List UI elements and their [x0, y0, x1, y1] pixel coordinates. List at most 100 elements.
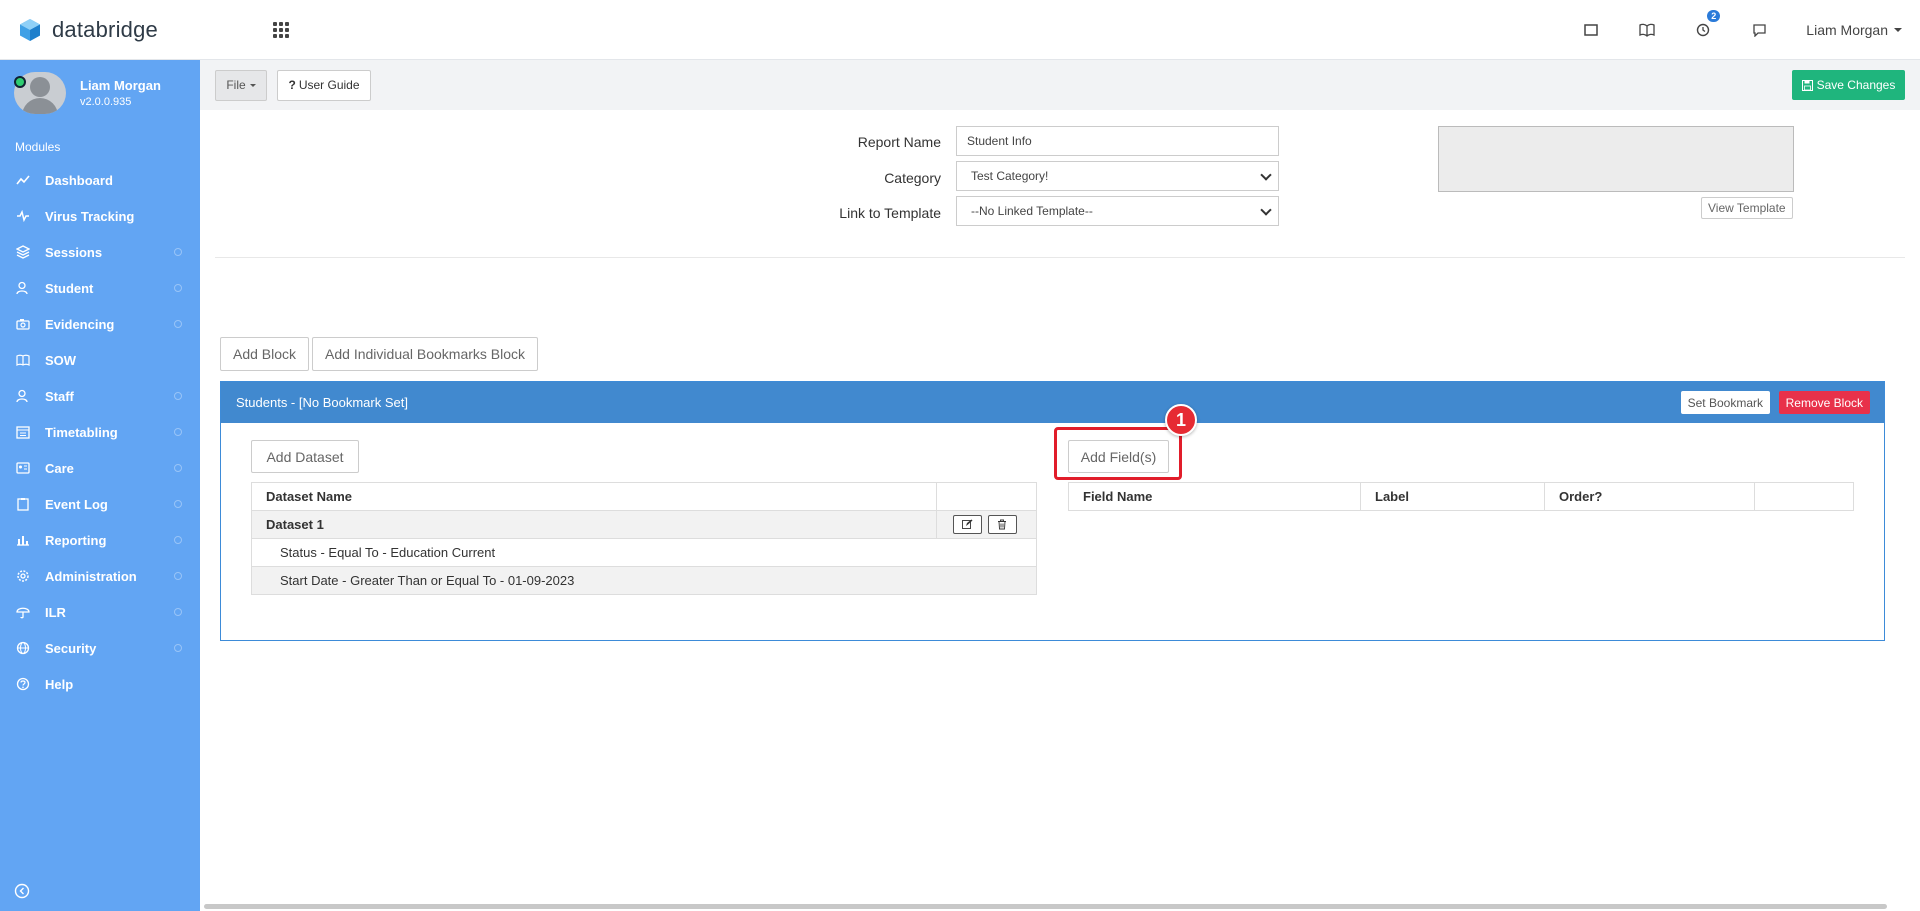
notification-badge: 2 [1707, 10, 1721, 22]
category-select[interactable]: Test Category! [956, 161, 1279, 191]
clock-icon[interactable]: 2 [1692, 10, 1721, 41]
report-form: Report Name Student Info Category Test C… [215, 110, 1905, 258]
remove-block-label: Remove Block [1785, 395, 1863, 410]
chart-line-icon [15, 172, 31, 188]
expand-indicator-icon [174, 536, 182, 544]
add-fields-button[interactable]: Add Field(s) [1068, 440, 1169, 473]
sidebar-item-administration[interactable]: Administration [0, 558, 200, 594]
set-bookmark-button[interactable]: Set Bookmark [1680, 391, 1770, 414]
chevron-down-icon [1260, 169, 1272, 181]
sidebar-item-care[interactable]: Care [0, 450, 200, 486]
file-menu-button[interactable]: File [215, 69, 267, 101]
category-label: Category [884, 170, 941, 186]
main-content: File ? User Guide Save Changes Report Na… [200, 60, 1920, 911]
add-dataset-button[interactable]: Add Dataset [251, 440, 359, 473]
sidebar-item-staff[interactable]: Staff [0, 378, 200, 414]
dataset-filter-row[interactable]: Start Date - Greater Than or Equal To - … [251, 566, 1037, 595]
expand-indicator-icon [174, 572, 182, 580]
sidebar-item-reporting[interactable]: Reporting [0, 522, 200, 558]
sidebar-item-sow[interactable]: SOW [0, 342, 200, 378]
sidebar-item-label: Event Log [45, 496, 108, 512]
report-name-label: Report Name [857, 134, 941, 150]
add-individual-bookmarks-block-button[interactable]: Add Individual Bookmarks Block [312, 337, 539, 371]
top-bar: databridge 2 Liam Morgan [0, 0, 1920, 60]
edit-dataset-button[interactable] [953, 515, 982, 534]
expand-indicator-icon [174, 428, 182, 436]
umbrella-icon [15, 604, 31, 620]
horizontal-scrollbar[interactable] [204, 904, 1887, 909]
sidebar-item-evidencing[interactable]: Evidencing [0, 306, 200, 342]
add-fields-label: Add Field(s) [1080, 448, 1157, 465]
sidebar-item-label: Timetabling [45, 424, 118, 440]
add-bookmarks-block-label: Add Individual Bookmarks Block [325, 346, 526, 362]
add-block-label: Add Block [233, 346, 297, 362]
expand-indicator-icon [174, 248, 182, 256]
globe-icon [15, 640, 31, 656]
link-to-template-select[interactable]: --No Linked Template-- [956, 196, 1279, 226]
user-name: Liam Morgan [1806, 22, 1888, 38]
brand[interactable]: databridge [18, 17, 248, 43]
report-name-input[interactable]: Student Info [956, 126, 1279, 156]
sidebar-item-label: Dashboard [45, 172, 113, 188]
order-header: Order? [1544, 482, 1755, 511]
pulse-icon [15, 208, 31, 224]
sidebar-item-label: ILR [45, 604, 66, 620]
save-changes-button[interactable]: Save Changes [1792, 70, 1905, 100]
sidebar-item-timetabling[interactable]: Timetabling [0, 414, 200, 450]
user-menu[interactable]: Liam Morgan [1806, 22, 1902, 38]
step-number-badge: 1 [1165, 404, 1197, 436]
trash-icon [998, 519, 1007, 530]
expand-indicator-icon [174, 608, 182, 616]
dataset-row[interactable]: Dataset 1 [251, 510, 1037, 539]
block-title: Students - [No Bookmark Set] [236, 395, 408, 410]
template-description-textarea[interactable] [1438, 126, 1794, 192]
sidebar-item-label: Sessions [45, 244, 103, 260]
sidebar-item-help[interactable]: Help [0, 666, 200, 702]
dataset-filter-row[interactable]: Status - Equal To - Education Current [251, 538, 1037, 567]
delete-dataset-button[interactable] [987, 515, 1017, 534]
user-guide-label: User Guide [298, 78, 360, 92]
book-icon[interactable] [1636, 19, 1658, 41]
app-version: v2.0.0.935 [80, 96, 132, 108]
add-block-button[interactable]: Add Block [220, 337, 310, 371]
question-icon [15, 676, 31, 692]
remove-block-button[interactable]: Remove Block [1778, 391, 1870, 414]
label-header: Label [1360, 482, 1545, 511]
view-template-button[interactable]: View Template [1701, 197, 1793, 219]
bar-chart-icon [15, 532, 31, 548]
sidebar-item-virus-tracking[interactable]: Virus Tracking [0, 198, 200, 234]
dataset-actions-header [936, 482, 1037, 511]
apps-grid-icon[interactable] [273, 21, 289, 38]
floppy-disk-icon [1801, 79, 1813, 91]
sidebar-item-label: Security [45, 640, 97, 656]
view-template-label: View Template [1708, 201, 1786, 215]
sidebar-item-security[interactable]: Security [0, 630, 200, 666]
sidebar-item-label: Staff [45, 388, 74, 404]
sidebar-item-label: Virus Tracking [45, 208, 135, 224]
users-icon [15, 388, 31, 404]
comment-icon[interactable] [1748, 19, 1770, 41]
dataset-name-header: Dataset Name [251, 482, 937, 511]
blocks-toolbar: Add Block Add Individual Bookmarks Block [220, 337, 541, 371]
dataset-actions-cell [936, 510, 1037, 539]
dataset-filter-cell: Status - Equal To - Education Current [251, 538, 1037, 567]
sidebar-item-event-log[interactable]: Event Log [0, 486, 200, 522]
sidebar-item-sessions[interactable]: Sessions [0, 234, 200, 270]
window-icon[interactable] [1580, 19, 1602, 41]
users-icon [15, 280, 31, 296]
sidebar-item-dashboard[interactable]: Dashboard [0, 162, 200, 198]
modules-label: Modules [15, 140, 61, 154]
sidebar-item-student[interactable]: Student [0, 270, 200, 306]
sidebar-item-label: Student [45, 280, 94, 296]
sidebar: Liam Morgan v2.0.0.935 Modules Dashboard… [0, 60, 200, 911]
save-changes-label: Save Changes [1816, 78, 1896, 92]
sidebar-item-ilr[interactable]: ILR [0, 594, 200, 630]
user-guide-button[interactable]: ? User Guide [277, 69, 371, 101]
file-menu-label: File [226, 78, 246, 92]
sidebar-item-label: Evidencing [45, 316, 115, 332]
layers-icon [15, 244, 31, 260]
collapse-sidebar-icon[interactable] [14, 883, 30, 899]
set-bookmark-label: Set Bookmark [1687, 395, 1763, 410]
expand-indicator-icon [174, 500, 182, 508]
expand-indicator-icon [174, 644, 182, 652]
